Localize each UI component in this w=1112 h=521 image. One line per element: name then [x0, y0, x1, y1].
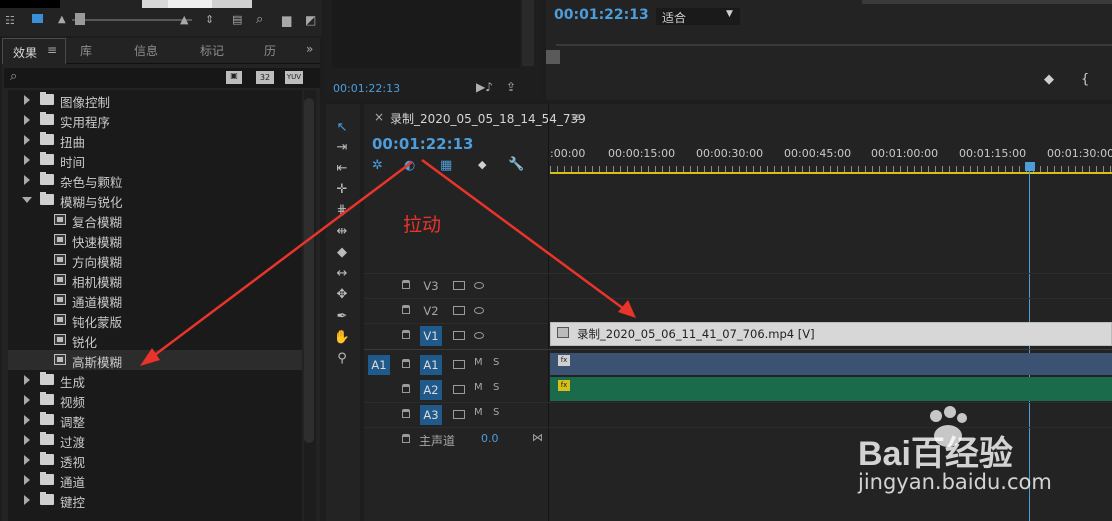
- annotation-arrow-right: [421, 158, 629, 314]
- premiere-workspace: ☷ ▲ ▲ ⇕ ▤ ⌕ ▆ ◩ 效果 ≡ 库 信息 标记 历 » ⌕ ▣ 32 …: [0, 0, 1112, 521]
- watermark-url: jingyan.baidu.com: [858, 470, 1052, 494]
- watermark-brand: Bai百经验: [858, 435, 1013, 473]
- baidu-watermark: Bai百经验 jingyan.baidu.com: [858, 404, 1108, 504]
- annotation-arrow-left: [147, 161, 413, 361]
- arrow-head-icon: [618, 300, 636, 318]
- arrow-head-icon: [140, 348, 160, 366]
